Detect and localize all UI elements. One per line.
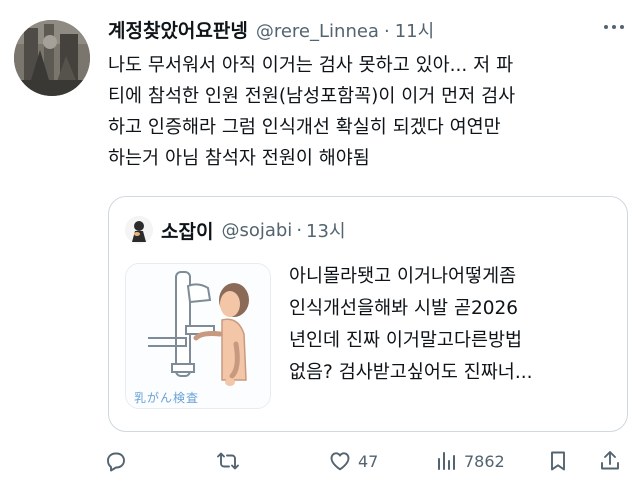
- like-button[interactable]: 47: [328, 446, 378, 476]
- action-bar: 47 7862: [104, 446, 634, 476]
- display-name[interactable]: 계정찾았어요판넹: [108, 16, 248, 43]
- share-button[interactable]: [598, 446, 622, 476]
- quote-text: 아니몰라됏고 이거나어떻게좀 인식개선을해봐 시발 곧2026 년인데 진짜 이…: [289, 261, 619, 389]
- quote-header: 소잡이 @sojabi · 13시: [125, 215, 346, 245]
- tweet-header: 계정찾았어요판넹 @rere_Linnea · 11시: [108, 16, 434, 46]
- tweet-text-line: 하는거 아님 참석자 전원이 해야됨: [108, 148, 370, 169]
- tweet-text: 나도 무서워서 아직 이거는 검사 못하고 있아... 저 파 티에 참석한 인…: [108, 50, 628, 174]
- quote-text-line: 년인데 진짜 이거말고다른방법: [289, 330, 523, 351]
- quote-avatar: [125, 216, 153, 244]
- reply-icon: [104, 449, 128, 473]
- tweet-text-line: 하고 인증해라 그럼 인식개선 확실히 되겠다 여연만: [108, 117, 501, 138]
- quote-media-image[interactable]: 乳がん検査: [125, 263, 271, 409]
- separator-dot: ·: [383, 21, 390, 42]
- tweet-text-line: 티에 참석한 인원 전원(남성포함꼭)이 이거 먼저 검사: [108, 86, 516, 107]
- more-options-icon[interactable]: [597, 14, 631, 40]
- quote-user-handle: @sojabi: [221, 219, 293, 241]
- share-icon: [598, 449, 622, 473]
- views-button[interactable]: 7862: [434, 446, 505, 476]
- quote-text-line: 없음? 검사받고싶어도 진짜너...: [289, 362, 533, 383]
- tweet[interactable]: 계정찾았어요판넹 @rere_Linnea · 11시 나도 무서워서 아직 이…: [0, 0, 640, 490]
- quote-text-line: 인식개선을해봐 시발 곧2026: [289, 298, 519, 319]
- like-icon: [328, 449, 352, 473]
- avatar[interactable]: [14, 20, 90, 96]
- quote-separator-dot: ·: [296, 219, 303, 241]
- timestamp[interactable]: 11시: [395, 17, 434, 43]
- quote-display-name: 소잡이: [161, 220, 214, 243]
- tweet-text-line: 나도 무서워서 아직 이거는 검사 못하고 있아... 저 파: [108, 55, 514, 76]
- bookmark-icon: [546, 449, 570, 473]
- quote-media-caption: 乳がん検査: [134, 391, 200, 405]
- retweet-button[interactable]: [216, 446, 240, 476]
- retweet-icon: [216, 449, 240, 473]
- quote-tweet[interactable]: 소잡이 @sojabi · 13시 乳がん検査 아니몰라됏고 이거나어떻게좀 인…: [108, 196, 628, 432]
- reply-button[interactable]: [104, 446, 128, 476]
- bookmark-button[interactable]: [546, 446, 570, 476]
- quote-timestamp: 13시: [306, 221, 346, 242]
- like-count: 47: [358, 451, 379, 471]
- view-count: 7862: [464, 451, 505, 471]
- user-handle[interactable]: @rere_Linnea: [256, 21, 379, 42]
- views-icon: [434, 449, 458, 473]
- quote-text-line: 아니몰라됏고 이거나어떻게좀: [289, 266, 517, 287]
